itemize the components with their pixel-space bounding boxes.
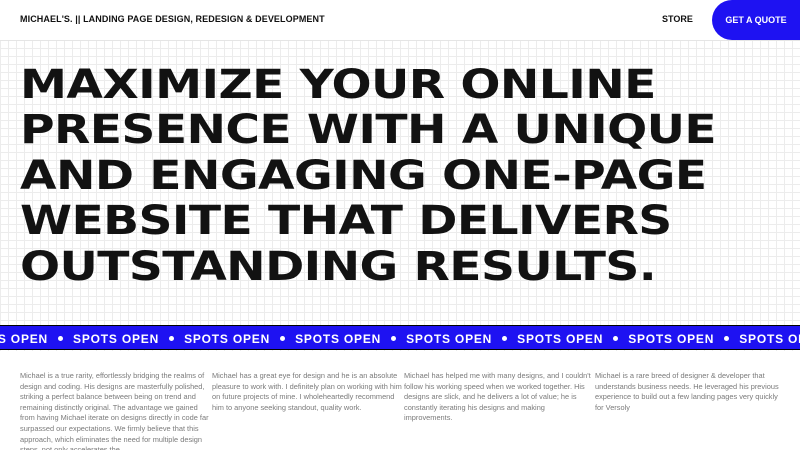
- testimonials-section: Michael is a true rarity, effortlessly b…: [0, 351, 800, 450]
- bullet-dot-icon: [169, 336, 175, 341]
- marquee-item: SPOTS OPEN: [739, 332, 800, 346]
- hero-line: PRESENCE WITH A UNIQUE: [20, 107, 717, 154]
- marquee-item: SPOTS OPEN: [184, 332, 295, 346]
- marquee-label: SPOTS OPEN: [295, 331, 382, 346]
- marquee-item: SPOTS OPEN: [628, 332, 739, 346]
- marquee-label: SPOTS OPEN: [628, 331, 715, 346]
- marquee-item: SPOTS OPEN: [517, 332, 628, 346]
- spots-open-marquee: SPOTS OPEN SPOTS OPEN SPOTS OPEN SPOTS OPEN…: [0, 325, 800, 350]
- testimonial-text: Michael has helped me with many designs,…: [404, 371, 591, 423]
- marquee-item: SPOTS OPEN: [406, 332, 517, 346]
- marquee-track: SPOTS OPEN SPOTS OPEN SPOTS OPEN SPOTS OPEN…: [0, 326, 800, 349]
- testimonial-text: Michael has a great eye for design and h…: [212, 371, 402, 412]
- marquee-item: SPOTS OPEN: [73, 332, 184, 346]
- marquee-label: SPOTS OPEN: [739, 331, 800, 346]
- bullet-dot-icon: [391, 336, 397, 341]
- testimonial-text: Michael is a true rarity, effortlessly b…: [20, 371, 209, 450]
- bullet-dot-icon: [724, 336, 730, 341]
- hero-line: WEBSITE THAT DELIVERS: [20, 198, 672, 245]
- marquee-item: SPOTS OPEN: [295, 332, 406, 346]
- bullet-dot-icon: [58, 336, 64, 341]
- hero-headline: MAXIMIZE YOUR ONLINE PRESENCE WITH A UNI…: [20, 62, 800, 290]
- marquee-label: SPOTS OPEN: [517, 331, 604, 346]
- marquee-item: SPOTS OPEN: [0, 332, 73, 346]
- bullet-dot-icon: [613, 336, 619, 341]
- get-a-quote-button[interactable]: GET A QUOTE: [712, 0, 800, 40]
- marquee-label: SPOTS OPEN: [0, 331, 49, 346]
- hero-line: AND ENGAGING ONE-PAGE: [20, 152, 707, 199]
- testimonial-text: Michael is a rare breed of designer & de…: [595, 371, 779, 412]
- hero-line: OUTSTANDING RESULTS.: [20, 243, 657, 290]
- bullet-dot-icon: [502, 336, 508, 341]
- marquee-label: SPOTS OPEN: [184, 331, 271, 346]
- site-header: MICHAEL'S. || LANDING PAGE DESIGN, REDES…: [0, 0, 800, 41]
- nav-link-store[interactable]: STORE: [662, 14, 693, 24]
- bullet-dot-icon: [280, 336, 286, 341]
- marquee-label: SPOTS OPEN: [73, 331, 160, 346]
- hero-line: MAXIMIZE YOUR ONLINE: [20, 62, 656, 108]
- marquee-label: SPOTS OPEN: [406, 331, 493, 346]
- brand-title[interactable]: MICHAEL'S. || LANDING PAGE DESIGN, REDES…: [20, 14, 325, 24]
